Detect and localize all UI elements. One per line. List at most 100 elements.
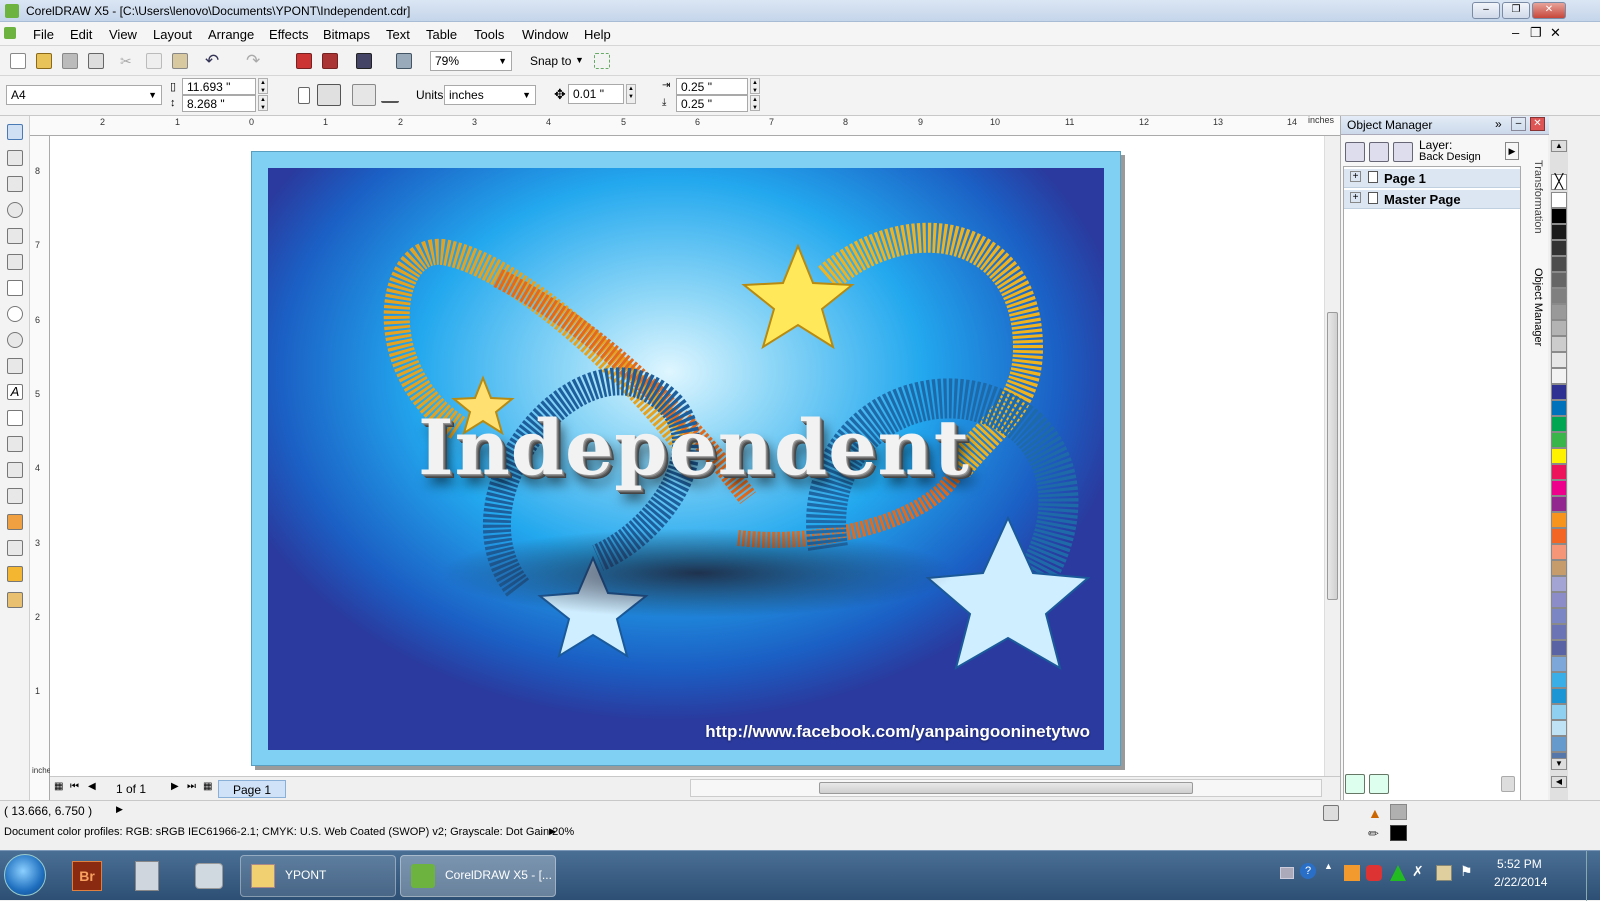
calculator-app-icon[interactable]	[135, 861, 159, 891]
menu-arrange[interactable]: Arrange	[208, 27, 254, 42]
status-expand-arrow-icon[interactable]: ▶	[116, 804, 123, 815]
spiral-tool-icon[interactable]	[7, 332, 23, 348]
no-color-swatch[interactable]: ╳	[1551, 174, 1567, 190]
duplicate-y-input[interactable]: 0.25 "	[676, 95, 748, 112]
color-profiles-text[interactable]: Document color profiles: RGB: sRGB IEC61…	[4, 826, 574, 838]
vertical-ruler[interactable]: 8 7 6 5 4 3 2 1 inches	[30, 136, 55, 800]
color-swatch[interactable]	[1551, 592, 1567, 608]
undo-icon[interactable]: ↶	[205, 51, 221, 70]
color-swatch[interactable]	[1551, 736, 1567, 752]
color-swatch[interactable]	[1551, 560, 1567, 576]
duplicate-x-spinner[interactable]: ▲ ▼	[750, 78, 760, 94]
crop-tool-icon[interactable]	[7, 176, 23, 192]
action-center-flag-icon[interactable]: ⚑	[1460, 863, 1473, 880]
shape-tool-icon[interactable]	[7, 150, 23, 166]
palette-scroll-down-icon[interactable]: ▼	[1551, 758, 1567, 770]
blue-star-right[interactable]	[925, 515, 1091, 671]
menu-text[interactable]: Text	[386, 27, 410, 42]
nudge-distance-input[interactable]: 0.01 "	[568, 84, 624, 104]
color-swatch[interactable]	[1551, 368, 1567, 384]
close-button[interactable]: ✕	[1532, 2, 1566, 19]
color-swatch[interactable]	[1551, 576, 1567, 592]
doc-restore-button[interactable]: ❐	[1530, 25, 1542, 41]
snap-to-button[interactable]: Snap to	[530, 54, 571, 68]
profiles-arrow-icon[interactable]: ▶	[549, 826, 556, 837]
next-page-icon[interactable]: ▶	[171, 781, 179, 792]
layer-menu-arrow-icon[interactable]: ▶	[1505, 142, 1519, 160]
color-swatch[interactable]	[1551, 288, 1567, 304]
dimension-tool-icon[interactable]	[7, 436, 23, 452]
welcome-screen-icon[interactable]	[396, 53, 412, 69]
page-size-select[interactable]: A4 ▼	[6, 85, 162, 105]
basic-shapes-tool-icon[interactable]	[7, 358, 23, 374]
color-swatch[interactable]	[1551, 240, 1567, 256]
color-swatch[interactable]	[1551, 400, 1567, 416]
menu-table[interactable]: Table	[426, 27, 457, 42]
color-swatch[interactable]	[1551, 464, 1567, 480]
application-launcher-icon[interactable]	[356, 53, 372, 69]
horizontal-scrollbar[interactable]	[690, 779, 1322, 797]
color-swatch[interactable]	[1551, 320, 1567, 336]
tree-item-master-page[interactable]: + Master Page	[1344, 190, 1520, 209]
restore-button[interactable]: ❐	[1502, 2, 1530, 19]
menu-file[interactable]: File	[33, 27, 54, 42]
cut-icon[interactable]: ✂	[120, 53, 136, 69]
delete-icon[interactable]	[1501, 776, 1515, 792]
rectangle-tool-icon[interactable]	[7, 280, 23, 296]
save-icon[interactable]	[62, 53, 78, 69]
artwork-background[interactable]: Independent http://www.facebook.com/yanp…	[268, 168, 1104, 750]
help-tray-icon[interactable]: ?	[1300, 863, 1316, 879]
doc-close-button[interactable]: ✕	[1550, 25, 1561, 41]
edit-across-layers-icon[interactable]	[1369, 142, 1389, 162]
menu-view[interactable]: View	[109, 27, 137, 42]
eyedropper-tool-icon[interactable]	[7, 514, 23, 530]
duplicate-x-input[interactable]: 0.25 "	[676, 78, 748, 95]
color-swatch[interactable]	[1551, 496, 1567, 512]
taskbar-item-coreldraw[interactable]: CorelDRAW X5 - [...	[400, 855, 556, 897]
color-swatch[interactable]	[1551, 336, 1567, 352]
color-swatch[interactable]	[1551, 416, 1567, 432]
docker-close-button[interactable]: ✕	[1530, 117, 1545, 131]
start-button[interactable]	[4, 854, 46, 896]
tree-item-page-1[interactable]: + Page 1	[1344, 169, 1520, 188]
all-pages-icon[interactable]	[352, 84, 376, 106]
add-page-before-icon[interactable]: ▦	[54, 781, 63, 792]
color-swatch[interactable]	[1551, 384, 1567, 400]
landscape-icon[interactable]	[317, 84, 341, 106]
page-artboard[interactable]: Independent http://www.facebook.com/yanp…	[251, 151, 1121, 766]
color-swatch[interactable]	[1551, 256, 1567, 272]
menu-bitmaps[interactable]: Bitmaps	[323, 27, 370, 42]
layer-manager-view-icon[interactable]	[1393, 142, 1413, 162]
color-swatch[interactable]	[1551, 192, 1567, 208]
units-select[interactable]: inches ▼	[444, 85, 536, 105]
outline-color-indicator[interactable]	[1390, 825, 1407, 841]
tray-triangle-icon[interactable]	[1390, 865, 1406, 881]
last-page-icon[interactable]: ⏭	[187, 781, 196, 792]
palette-scroll-up-icon[interactable]: ▲	[1551, 140, 1567, 152]
pick-tool-icon[interactable]	[7, 124, 23, 140]
first-page-icon[interactable]: ⏮	[70, 781, 79, 792]
ellipse-tool-icon[interactable]	[7, 306, 23, 322]
outline-pen-tool-icon[interactable]	[7, 540, 23, 556]
zoom-tool-icon[interactable]	[7, 202, 23, 218]
network-tray-icon[interactable]	[1436, 865, 1452, 881]
options-icon[interactable]	[594, 53, 610, 69]
export-icon[interactable]	[322, 53, 338, 69]
table-tool-icon[interactable]	[7, 410, 23, 426]
color-swatch[interactable]	[1551, 480, 1567, 496]
color-swatch[interactable]	[1551, 272, 1567, 288]
height-spinner[interactable]: ▲ ▼	[258, 95, 268, 111]
width-spinner[interactable]: ▲ ▼	[258, 78, 268, 94]
color-swatch[interactable]	[1551, 608, 1567, 624]
independent-headline[interactable]: Independent	[418, 403, 970, 492]
clock-time[interactable]: 5:52 PM	[1497, 857, 1542, 871]
redo-icon[interactable]: ↷	[246, 51, 262, 70]
vertical-scroll-thumb[interactable]	[1327, 312, 1338, 600]
page-width-input[interactable]: 11.693 "	[182, 78, 256, 95]
color-swatch[interactable]	[1551, 640, 1567, 656]
copy-icon[interactable]	[146, 53, 162, 69]
color-swatch[interactable]	[1551, 704, 1567, 720]
menu-tools[interactable]: Tools	[474, 27, 504, 42]
color-swatch[interactable]	[1551, 208, 1567, 224]
text-tool-icon[interactable]: A	[7, 384, 23, 400]
